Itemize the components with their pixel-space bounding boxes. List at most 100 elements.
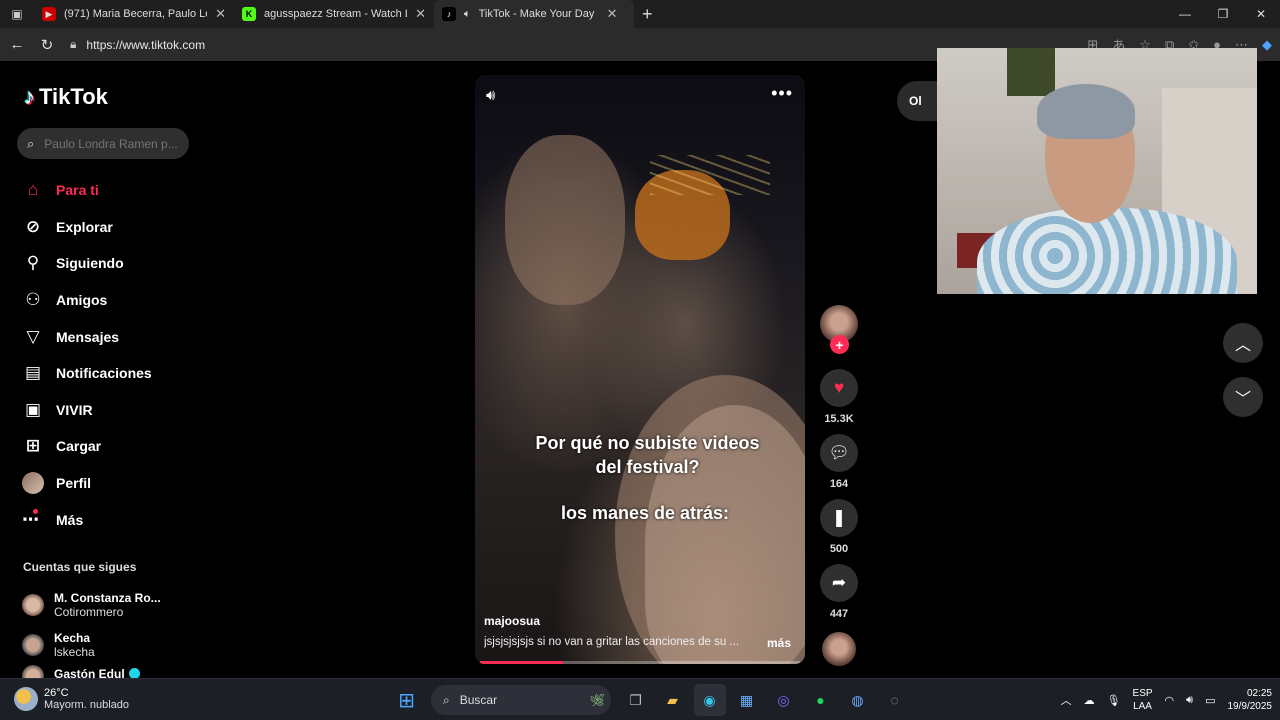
date: 19/9/2025 — [1227, 701, 1273, 712]
nav-item-perfil[interactable]: Perfil — [22, 465, 152, 502]
browser-tab-bar: ▣ ▶ (971) Maria Becerra, Paulo Londra ✕ … — [0, 0, 1280, 28]
nav-label: Notificaciones — [56, 365, 152, 382]
close-tab-icon[interactable]: ✕ — [607, 6, 618, 22]
more-options-icon[interactable]: ••• — [771, 83, 793, 104]
battery-icon[interactable]: ▭ — [1205, 694, 1215, 707]
browser-tab-2[interactable]: K agusspaezz Stream - Watch Live o ✕ — [234, 0, 434, 28]
search-input[interactable] — [44, 136, 181, 151]
video-progress-bar[interactable] — [480, 661, 800, 664]
volume-icon[interactable]: 🔊︎ — [1186, 694, 1193, 707]
sound-avatar[interactable] — [822, 632, 856, 666]
show-hidden-icons-icon[interactable]: ︿ — [1061, 692, 1072, 708]
chevron-up-icon: ︿ — [1234, 337, 1251, 354]
close-tab-icon[interactable]: ✕ — [415, 6, 426, 22]
temperature: 26°C — [44, 687, 69, 699]
minimize-icon[interactable]: — — [1166, 0, 1204, 28]
share-action[interactable]: ➦ 447 — [819, 564, 859, 622]
back-icon[interactable]: ← — [2, 30, 32, 60]
close-tab-icon[interactable]: ✕ — [215, 6, 226, 22]
app-icon[interactable]: ◎ — [768, 684, 800, 716]
next-video-button[interactable]: ﹀ — [1223, 377, 1263, 417]
like-count: 15.3K — [824, 413, 854, 425]
nav-item-vivir[interactable]: ▣ VIVIR — [22, 392, 152, 429]
webcam-overlay — [937, 48, 1257, 294]
video-frame-shape — [505, 135, 625, 305]
nav-label: Cargar — [56, 438, 102, 455]
nav-item-mas[interactable]: ⋯ Más — [22, 501, 152, 538]
nav-label: Explorar — [56, 218, 113, 235]
tab-actions-icon[interactable]: ▣ — [0, 0, 34, 28]
spotify-icon[interactable]: ● — [805, 684, 837, 716]
tiktok-logo[interactable]: ♪ TikTok — [24, 84, 108, 110]
share-icon[interactable]: ➦ — [820, 564, 858, 602]
avatar — [22, 634, 44, 656]
wifi-icon[interactable]: ◠ — [1165, 694, 1175, 707]
nav-label: VIVIR — [56, 401, 93, 418]
new-tab-button[interactable]: + — [642, 4, 653, 25]
weather-widget[interactable]: 26°C Mayorm. nublado — [14, 687, 129, 711]
main-nav: ⌂ Para ti ⊘ Explorar ⚲ Siguiendo ⚇ Amigo… — [22, 172, 152, 538]
comment-action[interactable]: 💬︎ 164 — [819, 434, 859, 492]
language-indicator[interactable]: ESP LAA — [1133, 687, 1153, 713]
follow-plus-icon[interactable]: + — [830, 335, 849, 354]
more-description-link[interactable]: más — [767, 636, 791, 650]
nav-item-cargar[interactable]: ⊞ Cargar — [22, 428, 152, 465]
clock[interactable]: 02:25 19/9/2025 — [1228, 687, 1273, 713]
previous-video-button[interactable]: ︿ — [1223, 323, 1263, 363]
person-cap — [1037, 84, 1135, 139]
edge-icon[interactable]: ◉ — [693, 684, 726, 716]
send-icon: ▽ — [26, 326, 40, 346]
following-account[interactable]: Kecha lskecha — [22, 625, 161, 665]
nav-item-explorar[interactable]: ⊘ Explorar — [22, 209, 152, 246]
tab-title: TikTok - Make Your Day — [478, 8, 595, 20]
restore-icon[interactable]: ❐ — [1204, 0, 1242, 28]
search-box[interactable]: ⌕ — [17, 128, 189, 159]
person-shirt — [977, 208, 1237, 294]
windows-start-icon[interactable]: ⊞ — [391, 684, 423, 716]
nav-item-notificaciones[interactable]: ▤ Notificaciones — [22, 355, 152, 392]
video-author[interactable]: majoosua — [484, 614, 540, 628]
nav-item-siguiendo[interactable]: ⚲ Siguiendo — [22, 245, 152, 282]
like-action[interactable]: ♥ 15.3K — [819, 369, 859, 427]
app-icon[interactable]: ◍ — [842, 684, 874, 716]
nav-item-mensajes[interactable]: ▽ Mensajes — [22, 318, 152, 355]
nav-item-amigos[interactable]: ⚇ Amigos — [22, 282, 152, 319]
language-code: ESP — [1132, 688, 1153, 699]
taskbar-search[interactable]: ⌕ Buscar 🌿︎ — [431, 685, 611, 715]
address-field[interactable]: 🔒︎ https://www.tiktok.com — [70, 37, 205, 52]
save-action[interactable]: ❚ 500 — [819, 499, 859, 557]
search-icon: ⌕ — [27, 135, 35, 151]
close-window-icon[interactable]: ✕ — [1242, 0, 1280, 28]
comment-icon[interactable]: 💬︎ — [820, 434, 858, 472]
tab-title: agusspaezz Stream - Watch Live o — [264, 8, 407, 20]
volume-icon[interactable]: 🔊︎ — [486, 87, 495, 104]
home-icon: ⌂ — [27, 180, 39, 200]
following-account[interactable]: M. Constanza Ro... Cotirommero — [22, 585, 161, 625]
microphone-icon[interactable]: 🎙︎ — [1107, 694, 1121, 707]
live-tv-icon: ▣ — [24, 399, 42, 419]
task-view-icon[interactable]: ❐ — [620, 684, 652, 716]
site-info-icon[interactable]: 🔒︎ — [70, 37, 76, 52]
copilot-icon[interactable]: ◆ — [1262, 37, 1272, 53]
chevron-down-icon: ﹀ — [1234, 391, 1251, 408]
speaker-icon[interactable]: 🔈︎ — [464, 8, 471, 21]
bookmark-icon[interactable]: ❚ — [820, 499, 858, 537]
store-icon[interactable]: ▦ — [731, 684, 763, 716]
tiktok-favicon-icon: ♪ — [442, 7, 456, 21]
nav-item-para-ti[interactable]: ⌂ Para ti — [22, 172, 152, 209]
video-player[interactable]: 🔊︎ ••• Por qué no subiste videos del fes… — [475, 75, 805, 664]
browser-tab-3[interactable]: ♪ 🔈︎ TikTok - Make Your Day ✕ — [434, 0, 634, 28]
video-actions: + ♥ 15.3K 💬︎ 164 ❚ 500 ➦ 447 — [819, 305, 859, 666]
cloud-icon[interactable]: ☁︎ — [1084, 694, 1095, 707]
comment-count: 164 — [829, 478, 849, 490]
refresh-icon[interactable]: ↻ — [32, 30, 62, 60]
file-explorer-icon[interactable]: ▰ — [657, 684, 689, 716]
wall-poster — [1007, 48, 1055, 96]
app-icon[interactable]: ◌ — [879, 684, 911, 716]
nav-label: Más — [56, 511, 84, 528]
creator-avatar[interactable]: + — [820, 305, 858, 354]
profile-avatar — [22, 472, 44, 495]
windows-taskbar: 26°C Mayorm. nublado ⊞ ⌕ Buscar 🌿︎ ❐ ▰ ◉… — [0, 678, 1280, 720]
browser-tab-1[interactable]: ▶ (971) Maria Becerra, Paulo Londra ✕ — [34, 0, 234, 28]
heart-icon[interactable]: ♥ — [820, 369, 858, 407]
